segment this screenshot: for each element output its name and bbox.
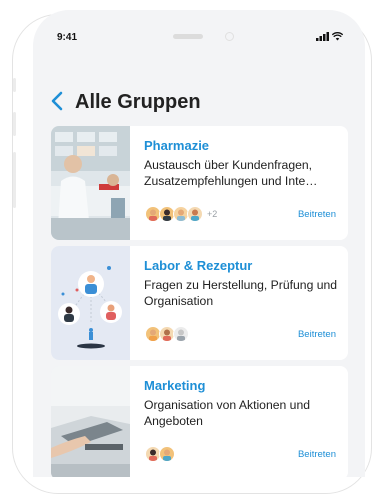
wifi-icon <box>331 32 344 41</box>
page-title: Alle Gruppen <box>75 91 201 113</box>
member-avatars <box>145 446 175 462</box>
join-button[interactable]: Beitreten <box>298 209 336 220</box>
group-card-labor-rezeptur[interactable]: Labor & Rezeptur Fragen zu Herstellung, … <box>51 246 348 360</box>
group-title: Marketing <box>144 378 206 393</box>
team-illustration <box>51 246 130 360</box>
phone-side-button <box>13 112 16 136</box>
status-time: 9:41 <box>57 32 78 43</box>
status-bar: 9:41 <box>33 32 365 50</box>
member-avatars <box>145 326 189 342</box>
chevron-left-icon <box>51 91 63 111</box>
member-avatars: +2 <box>145 206 217 222</box>
group-card-pharmazie[interactable]: Pharmazie Austausch über Kundenfragen, Z… <box>51 126 348 240</box>
avatar <box>173 326 189 342</box>
group-description: Fragen zu Herstellung, Prüfung und Organ… <box>144 278 338 308</box>
signal-wifi-icons <box>315 32 344 44</box>
group-card-marketing[interactable]: Marketing Organisation von Aktionen und … <box>51 366 348 477</box>
extra-members-count: +2 <box>207 209 218 219</box>
laptop-photo <box>51 366 130 477</box>
signal-icon <box>315 32 329 41</box>
phone-side-button <box>13 78 16 92</box>
group-title: Labor & Rezeptur <box>144 258 253 273</box>
avatar <box>159 446 175 462</box>
app-screen: 9:41 Alle Gruppen Pharmazie Austausch üb… <box>33 10 365 477</box>
back-button[interactable] <box>49 90 69 116</box>
pharmacy-photo <box>51 126 130 240</box>
join-button[interactable]: Beitreten <box>298 329 336 340</box>
header: Alle Gruppen <box>33 82 365 126</box>
group-description: Organisation von Aktionen und Angeboten <box>144 398 311 428</box>
group-description: Austausch über Kundenfragen, Zusatzempfe… <box>144 158 318 188</box>
phone-side-button <box>13 158 16 208</box>
avatar <box>187 206 203 222</box>
join-button[interactable]: Beitreten <box>298 449 336 460</box>
group-title: Pharmazie <box>144 138 210 153</box>
